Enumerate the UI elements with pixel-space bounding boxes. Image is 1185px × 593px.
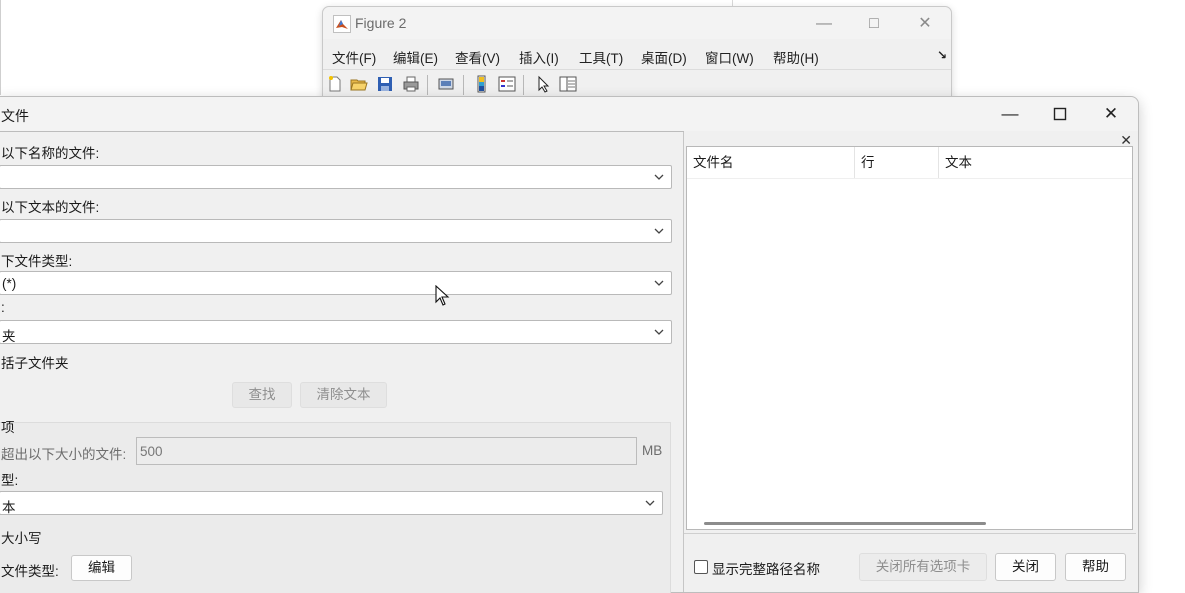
name-label: 以下名称的文件: (1, 146, 100, 161)
toolbar-separator (427, 75, 428, 95)
menu-help[interactable]: 帮助(H) (773, 47, 819, 67)
location-dropdown[interactable]: 夹 (0, 320, 672, 344)
chevron-down-icon (654, 174, 664, 180)
file-types-label: 文件类型: (1, 564, 59, 579)
figure-minimize-button[interactable]: — (804, 11, 844, 37)
close-button[interactable]: 关闭 (995, 553, 1056, 581)
find-files-window: 文件 — ✕ 以下名称的文件: 以下文本的文件: 下文件类型: (*) : 夹 … (0, 96, 1139, 593)
results-footer: 显示完整路径名称 关闭所有选项卡 关闭 帮助 (684, 533, 1136, 593)
chevron-down-icon (654, 280, 664, 286)
location-label: : (1, 300, 5, 315)
matlab-logo-icon (333, 15, 351, 33)
figure-title-bar[interactable]: Figure 2 — □ ✕ (323, 7, 951, 39)
clear-text-button[interactable]: 清除文本 (300, 382, 387, 408)
edit-plot-arrow-icon[interactable] (535, 75, 553, 93)
maximize-button[interactable] (1038, 101, 1082, 127)
figure-window: Figure 2 — □ ✕ 文件(F) 编辑(E) 查看(V) 插入(I) 工… (322, 6, 952, 108)
figure-maximize-button[interactable]: □ (854, 11, 894, 37)
find-files-title: 文件 (1, 108, 29, 124)
figure-menu-bar: 文件(F) 编辑(E) 查看(V) 插入(I) 工具(T) 桌面(D) 窗口(W… (323, 41, 951, 70)
results-table[interactable]: 文件名 行 文本 (686, 146, 1133, 530)
find-button[interactable]: 查找 (232, 382, 292, 408)
colorbar-icon[interactable] (473, 75, 491, 93)
save-icon[interactable] (376, 75, 394, 93)
minimize-button[interactable]: — (988, 101, 1032, 127)
title-divider (0, 131, 684, 132)
find-files-title-bar[interactable]: 文件 — ✕ (0, 97, 1138, 131)
size-limit-input[interactable]: 500 (136, 437, 637, 465)
text-dropdown[interactable] (0, 219, 672, 243)
menu-tools[interactable]: 工具(T) (579, 47, 623, 67)
options-header: 项 (1, 420, 15, 435)
close-all-tabs-button[interactable]: 关闭所有选项卡 (859, 553, 987, 581)
menu-edit[interactable]: 编辑(E) (393, 47, 438, 67)
match-case-label[interactable]: 大小写 (1, 527, 42, 547)
chevron-down-icon (654, 228, 664, 234)
horizontal-scrollbar[interactable] (704, 522, 986, 525)
match-type-dropdown[interactable]: 本 (0, 491, 663, 515)
column-header-line[interactable]: 行 (855, 147, 939, 178)
dock-arrow-icon[interactable]: ↘ (937, 48, 947, 62)
open-file-icon[interactable] (350, 75, 368, 93)
chevron-down-icon (645, 500, 655, 506)
name-dropdown[interactable] (0, 165, 672, 189)
desktop-edge (0, 0, 1, 95)
close-window-button[interactable]: ✕ (1089, 101, 1133, 127)
help-button[interactable]: 帮助 (1065, 553, 1126, 581)
include-subfolders-label[interactable]: 括子文件夹 (1, 352, 69, 372)
figure-title: Figure 2 (355, 15, 407, 31)
location-value: 夹 (2, 329, 16, 344)
figure-close-button[interactable]: ✕ (905, 11, 945, 37)
column-header-filename[interactable]: 文件名 (687, 147, 855, 178)
show-full-path-label[interactable]: 显示完整路径名称 (712, 558, 820, 578)
size-unit: MB (642, 443, 663, 458)
edit-file-types-button[interactable]: 编辑 (71, 555, 132, 581)
new-figure-icon[interactable] (326, 75, 344, 93)
menu-file[interactable]: 文件(F) (332, 47, 376, 67)
chevron-down-icon (654, 329, 664, 335)
text-label: 以下文本的文件: (1, 200, 100, 215)
mouse-cursor-icon (435, 285, 450, 306)
link-plot-icon[interactable] (437, 75, 455, 93)
legend-icon[interactable] (498, 75, 516, 93)
file-type-dropdown[interactable]: (*) (0, 271, 672, 295)
show-full-path-checkbox[interactable] (694, 560, 708, 574)
property-editor-icon[interactable] (559, 75, 577, 93)
menu-view[interactable]: 查看(V) (455, 47, 500, 67)
toolbar-separator (523, 75, 524, 95)
results-panel: ✕ 文件名 行 文本 显示完整路径名称 关闭所有选项卡 关闭 帮助 (683, 132, 1136, 592)
menu-desktop[interactable]: 桌面(D) (641, 47, 687, 67)
match-type-value: 本 (2, 500, 16, 515)
menu-window[interactable]: 窗口(W) (705, 47, 754, 67)
size-limit-label: 超出以下大小的文件: (1, 447, 127, 462)
toolbar-separator (463, 75, 464, 95)
match-type-label: 型: (1, 473, 19, 488)
file-type-label: 下文件类型: (1, 254, 73, 269)
print-icon[interactable] (402, 75, 420, 93)
size-limit-value: 500 (140, 444, 163, 459)
column-header-text[interactable]: 文本 (939, 147, 1132, 178)
header-divider (687, 178, 1132, 179)
file-type-value: (*) (2, 276, 17, 291)
menu-insert[interactable]: 插入(I) (519, 47, 559, 67)
